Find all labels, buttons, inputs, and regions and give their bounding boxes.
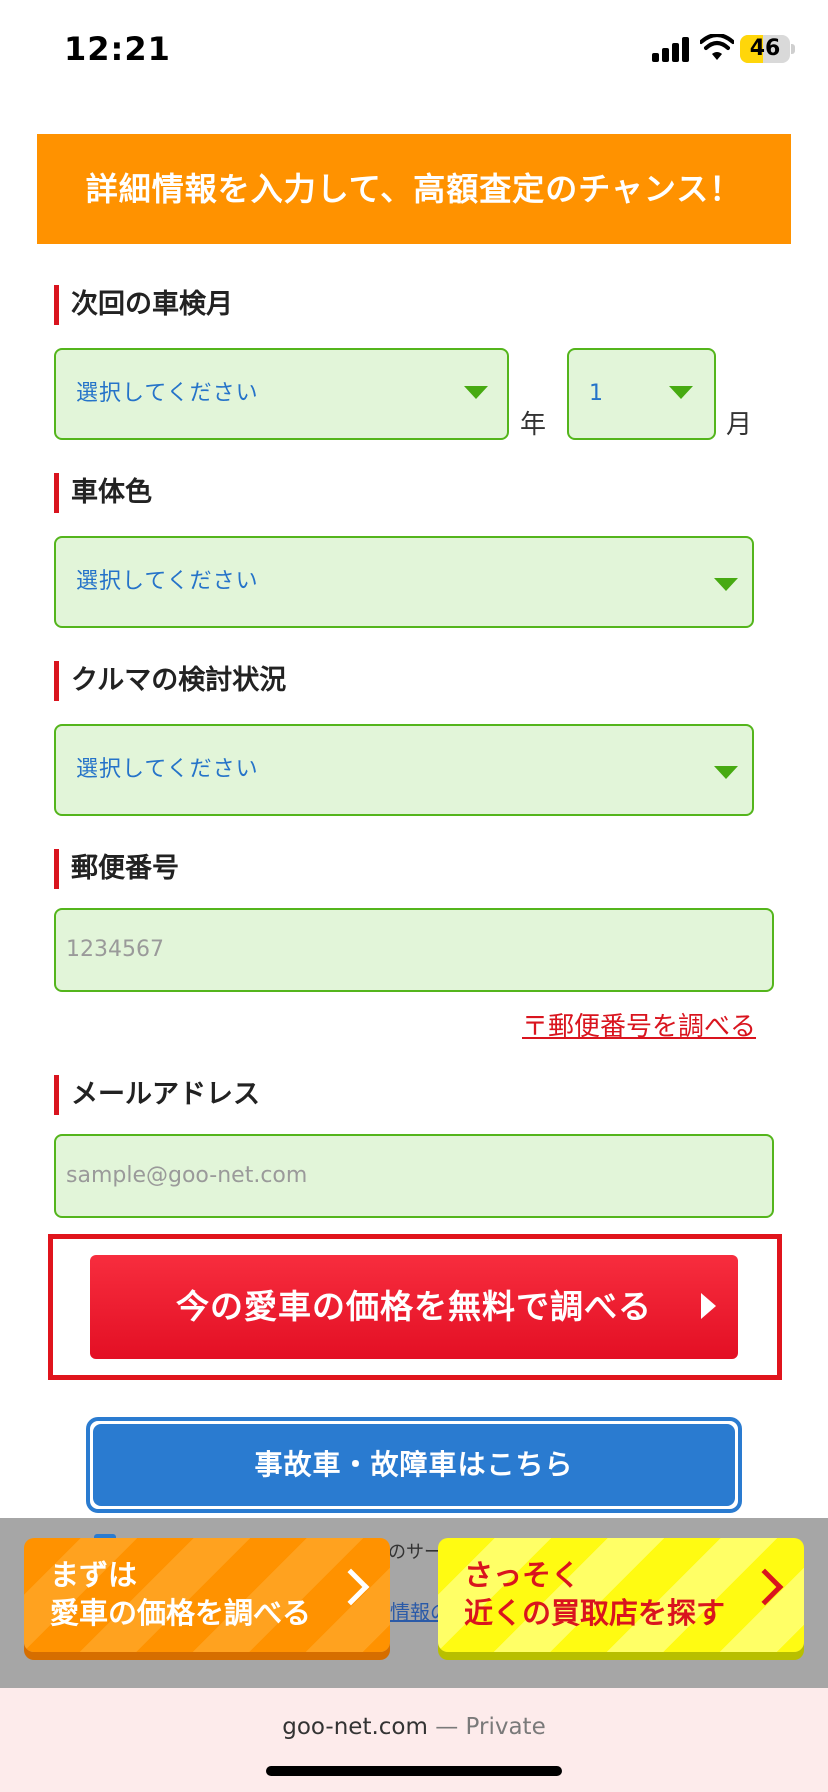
color-select[interactable]: 選択してください — [54, 536, 754, 628]
inspection-month-value: 1 — [589, 381, 604, 406]
color-label: 車体色 — [54, 473, 152, 513]
url-domain[interactable]: goo-net.com — Private — [0, 1714, 828, 1740]
accident-car-label: 事故車・故障車はこちら — [93, 1424, 735, 1506]
year-unit: 年 — [520, 410, 547, 440]
battery-icon: 46 — [740, 35, 790, 63]
status-select[interactable]: 選択してください — [54, 724, 754, 816]
inspection-year-value: 選択してください — [76, 381, 259, 406]
battery-level: 46 — [749, 36, 781, 61]
accident-car-button[interactable]: 事故車・故障車はこちら — [86, 1417, 742, 1513]
wifi-icon — [700, 34, 734, 60]
check-price-button[interactable]: 今の愛車の価格を無料で調べる — [90, 1255, 738, 1359]
status-select-value: 選択してください — [76, 757, 259, 782]
inspection-label: 次回の車検月 — [54, 285, 233, 325]
sticky-shop-line1: さっそく — [464, 1558, 581, 1592]
color-select-value: 選択してください — [76, 569, 259, 594]
email-label: メールアドレス — [54, 1075, 260, 1115]
sticky-check-line1: まずは — [50, 1558, 138, 1592]
chevron-right-icon — [746, 1568, 784, 1606]
chevron-down-icon — [669, 386, 693, 399]
sticky-shop-line2: 近くの買取店を探す — [464, 1596, 726, 1630]
browser-url-bar[interactable] — [0, 1688, 828, 1792]
sticky-find-shop-button[interactable]: さっそく 近くの買取店を探す — [438, 1538, 804, 1652]
inspection-month-select[interactable]: 1 — [567, 348, 716, 440]
promo-banner: 詳細情報を入力して、高額査定のチャンス！ — [37, 134, 791, 244]
month-unit: 月 — [726, 410, 753, 440]
zip-label: 郵便番号 — [54, 849, 179, 889]
check-price-label: 今の愛車の価格を無料で調べる — [176, 1287, 652, 1326]
home-indicator[interactable] — [266, 1766, 562, 1776]
url-domain-text: goo-net.com — [282, 1714, 428, 1740]
sticky-check-price-button[interactable]: まずは 愛車の価格を調べる — [24, 1538, 390, 1652]
status-time: 12:21 — [64, 30, 171, 68]
chevron-down-icon — [464, 386, 488, 399]
chevron-down-icon — [714, 578, 738, 591]
status-label: クルマの検討状況 — [54, 661, 286, 701]
chevron-right-icon — [332, 1568, 370, 1606]
email-input[interactable]: sample@goo-net.com — [54, 1134, 774, 1218]
chevron-down-icon — [714, 766, 738, 779]
battery-tip — [791, 44, 795, 54]
signal-icon — [652, 36, 692, 62]
url-private-label: — Private — [427, 1714, 546, 1740]
play-arrow-icon — [701, 1293, 716, 1319]
hidden-text-peek: のサー — [388, 1542, 442, 1563]
inspection-year-select[interactable]: 選択してください — [54, 348, 509, 440]
sticky-check-line2: 愛車の価格を調べる — [50, 1596, 312, 1630]
zip-lookup-link[interactable]: 〒郵便番号を調べる — [522, 1006, 756, 1043]
zip-input[interactable]: 1234567 — [54, 908, 774, 992]
